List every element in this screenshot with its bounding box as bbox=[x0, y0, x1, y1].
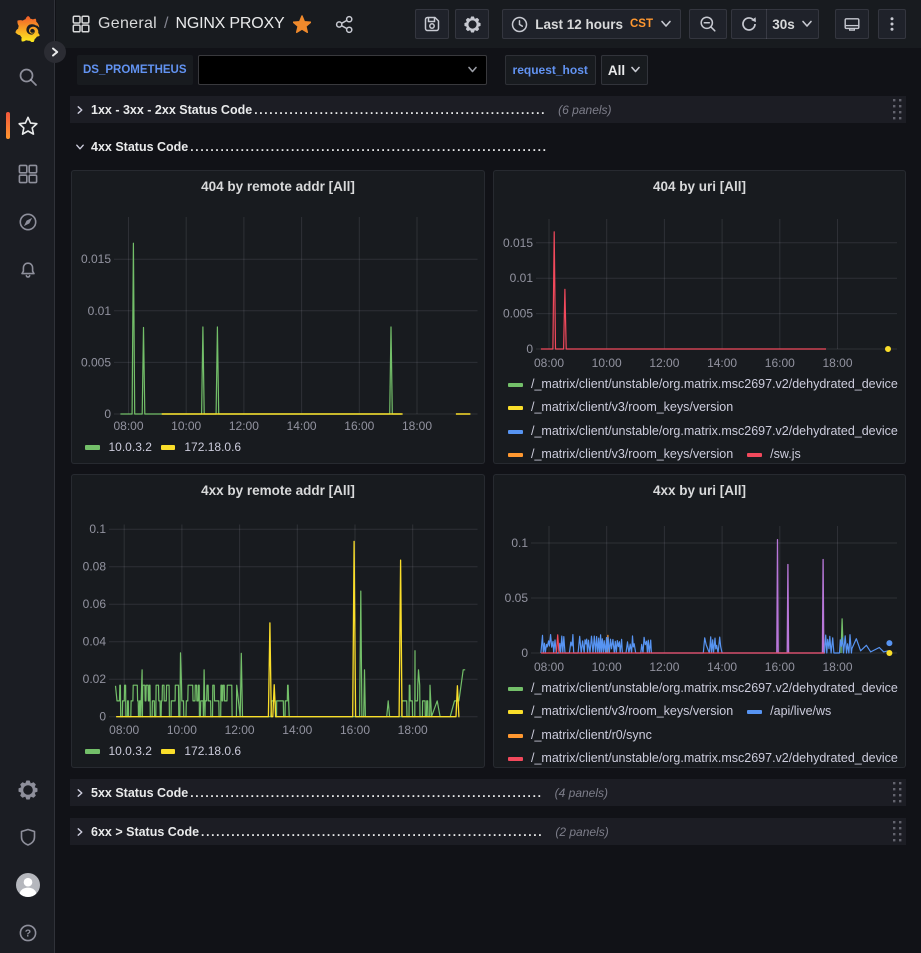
svg-text:10:00: 10:00 bbox=[592, 660, 622, 674]
svg-text:16:00: 16:00 bbox=[340, 723, 370, 737]
svg-text:10:00: 10:00 bbox=[592, 356, 622, 370]
svg-text:08:00: 08:00 bbox=[534, 356, 564, 370]
svg-text:0.1: 0.1 bbox=[511, 536, 528, 550]
svg-text:0.005: 0.005 bbox=[503, 307, 533, 321]
svg-text:12:00: 12:00 bbox=[649, 660, 679, 674]
svg-text:12:00: 12:00 bbox=[229, 419, 259, 433]
svg-text:08:00: 08:00 bbox=[534, 660, 564, 674]
svg-text:0.1: 0.1 bbox=[89, 522, 106, 536]
svg-text:18:00: 18:00 bbox=[822, 660, 852, 674]
svg-text:10:00: 10:00 bbox=[167, 723, 197, 737]
svg-text:14:00: 14:00 bbox=[287, 419, 317, 433]
svg-text:14:00: 14:00 bbox=[282, 723, 312, 737]
svg-text:18:00: 18:00 bbox=[402, 419, 432, 433]
svg-text:0.04: 0.04 bbox=[83, 635, 107, 649]
svg-text:0.06: 0.06 bbox=[83, 597, 107, 611]
svg-text:12:00: 12:00 bbox=[225, 723, 255, 737]
svg-text:16:00: 16:00 bbox=[765, 356, 795, 370]
svg-text:0.015: 0.015 bbox=[503, 236, 533, 250]
svg-text:0.08: 0.08 bbox=[83, 560, 107, 574]
svg-text:14:00: 14:00 bbox=[707, 356, 737, 370]
svg-text:14:00: 14:00 bbox=[707, 660, 737, 674]
svg-text:0: 0 bbox=[521, 646, 528, 660]
svg-text:0: 0 bbox=[104, 407, 111, 421]
svg-text:18:00: 18:00 bbox=[398, 723, 428, 737]
svg-text:0: 0 bbox=[526, 342, 533, 356]
svg-text:10:00: 10:00 bbox=[171, 419, 201, 433]
svg-text:12:00: 12:00 bbox=[649, 356, 679, 370]
svg-text:0.01: 0.01 bbox=[88, 304, 112, 318]
svg-text:0: 0 bbox=[99, 710, 106, 724]
svg-text:0.015: 0.015 bbox=[81, 252, 111, 266]
svg-text:08:00: 08:00 bbox=[113, 419, 143, 433]
svg-text:16:00: 16:00 bbox=[344, 419, 374, 433]
svg-text:16:00: 16:00 bbox=[765, 660, 795, 674]
svg-text:08:00: 08:00 bbox=[109, 723, 139, 737]
svg-text:0.02: 0.02 bbox=[83, 672, 107, 686]
svg-text:0.005: 0.005 bbox=[81, 355, 111, 369]
svg-text:0.05: 0.05 bbox=[505, 591, 529, 605]
svg-text:0.01: 0.01 bbox=[510, 271, 534, 285]
svg-text:18:00: 18:00 bbox=[822, 356, 852, 370]
svg-text:?: ? bbox=[24, 928, 30, 940]
